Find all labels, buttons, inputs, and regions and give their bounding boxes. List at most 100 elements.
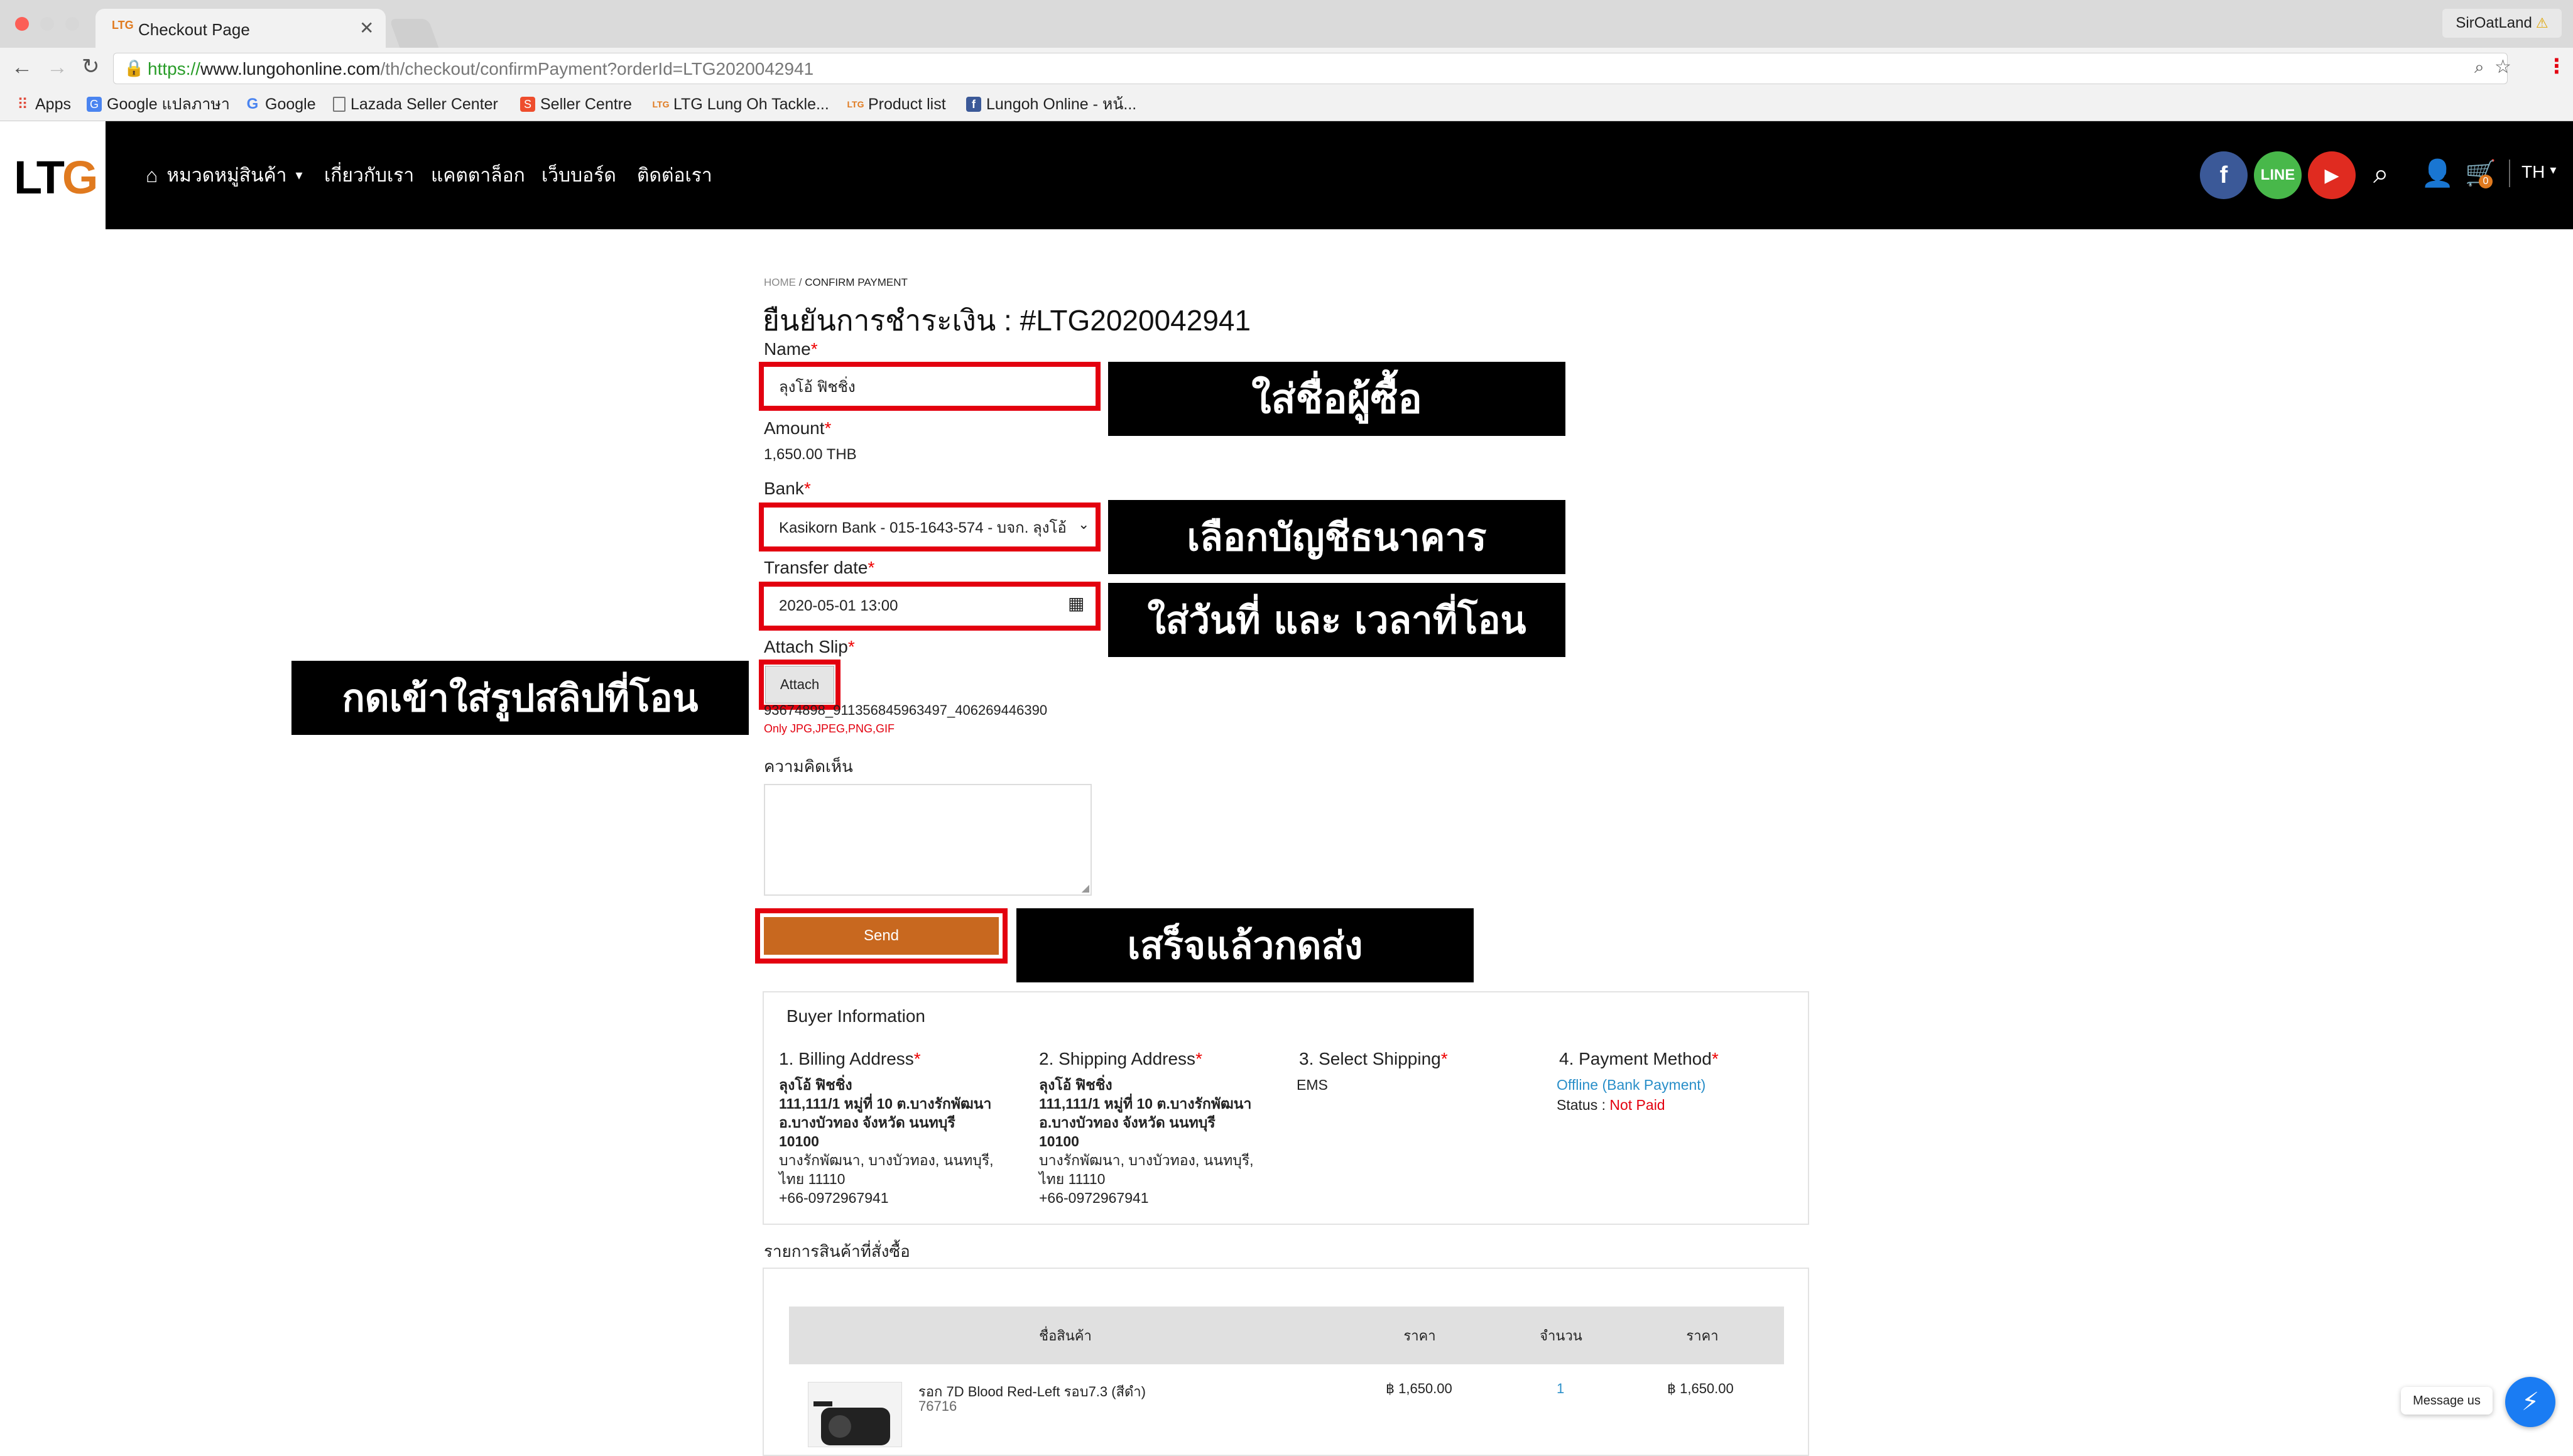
nav-webboard[interactable]: เว็บบอร์ด <box>541 121 616 229</box>
amount-label: Amount* <box>764 418 832 438</box>
fishing-reel-icon <box>813 1401 890 1445</box>
youtube-icon[interactable]: ▶ <box>2308 151 2356 199</box>
profile-button[interactable]: SirOatLand ⚠ <box>2442 9 2562 38</box>
resize-handle-icon[interactable]: ◢ <box>1082 882 1089 894</box>
header-price: ราคา <box>1403 1327 1436 1344</box>
payment-method-title: 4. Payment Method* <box>1559 1049 1719 1068</box>
name-input[interactable]: ลุงโอ้ ฟิชชิ่ง <box>765 368 1094 405</box>
breadcrumb: HOME / CONFIRM PAYMENT <box>764 276 908 288</box>
billing-address-line: 111,111/1 หมู่ที่ 10 ต.บางรักพัฒนา อ.บาง… <box>779 1095 992 1149</box>
buyer-info-title: Buyer Information <box>786 1006 925 1026</box>
apps-grid-icon: ⠿ <box>17 95 28 113</box>
product-price: ฿ 1,650.00 <box>1386 1381 1452 1396</box>
product-quantity: 1 <box>1557 1381 1565 1396</box>
shopee-icon: S <box>520 97 535 112</box>
bank-select[interactable]: Kasikorn Bank - 015-1643-574 - บจก. ลุงโ… <box>765 509 1094 545</box>
payment-status: Status : Not Paid <box>1557 1097 1665 1113</box>
billing-name: ลุงโอ้ ฟิชชิ่ง <box>779 1077 852 1093</box>
warning-icon: ⚠ <box>2535 15 2549 31</box>
bank-label: Bank* <box>764 479 811 498</box>
attach-slip-label: Attach Slip* <box>764 637 855 656</box>
site-logo[interactable]: LTG <box>14 151 98 204</box>
nav-label-categories: หมวดหมู่สินค้า <box>166 165 287 186</box>
bookmark-ltg-tackle[interactable]: LTG LTG Lung Oh Tackle... <box>653 92 829 117</box>
home-icon: ⌂ <box>146 163 158 187</box>
ltg-favicon-icon: LTG <box>112 19 134 31</box>
google-icon: G <box>246 95 259 112</box>
transfer-date-label: Transfer date* <box>764 558 875 577</box>
line-icon[interactable]: LINE <box>2254 151 2302 199</box>
header-quantity: จำนวน <box>1540 1327 1582 1344</box>
callout-date: ใส่วันที่ และ เวลาที่โอน <box>1108 583 1565 657</box>
search-icon[interactable]: ⌕ <box>2373 158 2389 190</box>
minimize-window-button[interactable] <box>40 17 54 31</box>
bookmark-product-list[interactable]: LTG Product list <box>847 92 946 117</box>
product-code: 76716 <box>918 1398 957 1414</box>
bookmark-google-translate[interactable]: G Google แปลภาษา <box>87 92 230 117</box>
maximize-window-button[interactable] <box>65 17 79 31</box>
comment-label: ความคิดเห็น <box>764 757 853 776</box>
browser-tab[interactable]: LTG Checkout Page ✕ <box>95 9 386 48</box>
message-us-label[interactable]: Message us <box>2401 1387 2493 1415</box>
callout-name: ใส่ชื่อผู้ซื้อ <box>1108 362 1565 436</box>
bookmark-seller-centre[interactable]: S Seller Centre <box>520 92 632 117</box>
bookmark-google[interactable]: G Google <box>245 92 316 117</box>
status-badge: Not Paid <box>1609 1097 1665 1113</box>
bookmark-lungoh-facebook[interactable]: f Lungoh Online - หน้... <box>966 92 1136 117</box>
bookmark-lazada[interactable]: Lazada Seller Center <box>333 92 498 117</box>
close-window-button[interactable] <box>15 17 29 31</box>
bookmark-star-icon[interactable]: ☆ <box>2494 56 2511 78</box>
breadcrumb-home[interactable]: HOME <box>764 276 796 288</box>
payment-method-link[interactable]: Offline (Bank Payment) <box>1557 1075 1705 1094</box>
shipping-address-detail: บางรักพัฒนา, บางบัวทอง, นนทบุรี, ไทย 111… <box>1039 1152 1254 1206</box>
messenger-chat-icon[interactable]: ⚡ <box>2505 1377 2555 1427</box>
transfer-date-input[interactable]: 2020-05-01 13:00 <box>765 588 1094 624</box>
attach-button[interactable]: Attach <box>765 666 834 704</box>
user-icon[interactable]: 👤 <box>2421 158 2454 189</box>
zoom-icon[interactable]: ⌕ <box>2474 57 2484 78</box>
nav-catalog[interactable]: แคตตาล็อก <box>431 121 525 229</box>
forward-arrow-icon[interactable]: → <box>46 55 68 80</box>
cart-icon[interactable]: 🛒 0 <box>2465 158 2496 191</box>
tab-close-icon[interactable]: ✕ <box>359 18 374 38</box>
send-button[interactable]: Send <box>764 917 999 955</box>
shipping-method: EMS <box>1297 1077 1328 1093</box>
table-row: รอก 7D Blood Red-Left รอบ7.3 (สีดำ) 7671… <box>789 1369 1784 1447</box>
nav-categories[interactable]: ⌂ หมวดหมู่สินค้า ▾ <box>146 121 303 229</box>
shipping-address-line: 111,111/1 หมู่ที่ 10 ต.บางรักพัฒนา อ.บาง… <box>1039 1095 1252 1149</box>
tab-title: Checkout Page <box>138 20 250 39</box>
bookmark-apps[interactable]: ⠿ Apps <box>15 92 71 117</box>
attached-file-name: 93674898_911356845963497_406269446390 <box>764 702 1048 718</box>
calendar-icon[interactable]: ▦ <box>1068 593 1084 614</box>
breadcrumb-current: CONFIRM PAYMENT <box>805 276 908 288</box>
back-arrow-icon[interactable]: ← <box>11 55 33 80</box>
callout-send: เสร็จแล้วกดส่ง <box>1016 908 1474 982</box>
facebook-icon[interactable]: f <box>2200 151 2248 199</box>
header-product-name: ชื่อสินค้า <box>1039 1327 1092 1344</box>
callout-slip: กดเข้าใส่รูปสลิปที่โอน <box>291 661 749 735</box>
billing-address-title: 1. Billing Address* <box>779 1049 921 1068</box>
profile-name: SirOatLand <box>2456 14 2532 31</box>
nav-about[interactable]: เกี่ยวกับเรา <box>324 121 414 229</box>
comment-textarea[interactable]: ◢ <box>764 784 1092 896</box>
reload-icon[interactable]: ↻ <box>82 54 100 79</box>
cart-count-badge: 0 <box>2479 175 2493 188</box>
browser-tab-bar <box>0 0 2573 48</box>
ltg-icon: LTG <box>847 99 864 109</box>
chevron-down-icon: ▾ <box>295 167 303 183</box>
shipping-address-title: 2. Shipping Address* <box>1039 1049 1202 1068</box>
lock-icon: 🔒 <box>124 58 144 77</box>
product-total: ฿ 1,650.00 <box>1667 1381 1734 1396</box>
language-selector[interactable]: TH ▾ <box>2521 162 2556 182</box>
address-bar[interactable]: 🔒 https://www.lungohonline.com/th/checko… <box>113 53 2511 84</box>
page-icon <box>333 97 345 112</box>
chevron-down-icon: ⌄ <box>1078 516 1090 533</box>
select-shipping-title: 3. Select Shipping* <box>1299 1049 1448 1068</box>
nav-contact[interactable]: ติดต่อเรา <box>637 121 712 229</box>
url-text: https://www.lungohonline.com/th/checkout… <box>148 59 814 79</box>
callout-bank: เลือกบัญชีธนาคาร <box>1108 500 1565 574</box>
page-title: ยืนยันการชำระเงิน : #LTG2020042941 <box>763 304 1251 337</box>
product-thumbnail[interactable] <box>808 1382 902 1447</box>
name-label: Name* <box>764 339 818 359</box>
chrome-menu-icon[interactable]: ⋮ <box>2547 54 2567 78</box>
